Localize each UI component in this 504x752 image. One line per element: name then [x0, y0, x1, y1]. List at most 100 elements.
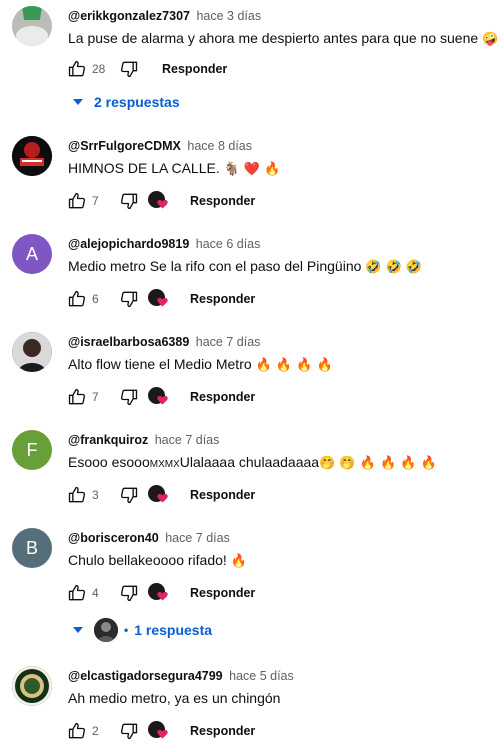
reply-button[interactable]: Responder: [190, 292, 255, 306]
comment-actions: 6 Responder: [66, 287, 255, 311]
comment-text: Esooo esoooMXMXUlalaaaa chulaadaaaa🤭 🤭 🔥…: [68, 452, 437, 475]
comment-actions: 3 Responder: [66, 483, 255, 507]
emoji: 🤣 🤣 🤣: [365, 260, 423, 275]
dislike-icon[interactable]: [118, 288, 140, 310]
like-count: 4: [92, 586, 99, 600]
comment-author[interactable]: @erikkgonzalez7307: [68, 9, 190, 23]
reply-button[interactable]: Responder: [190, 390, 255, 404]
emoji: 🐐 ❤️ 🔥: [223, 162, 281, 177]
avatar[interactable]: [12, 6, 52, 46]
avatar[interactable]: [12, 666, 52, 706]
creator-heart-icon: [148, 387, 168, 407]
avatar[interactable]: B: [12, 528, 52, 568]
comment-text: Medio metro Se la rifo con el paso del P…: [68, 256, 422, 278]
like-count: 28: [92, 62, 106, 76]
comment-text-content: La puse de alarma y ahora me despierto a…: [68, 30, 479, 46]
dislike-icon[interactable]: [118, 386, 140, 408]
emoji: 🔥: [230, 554, 247, 569]
comment-text-content: Ah medio metro, ya es un chingón: [68, 690, 281, 706]
comment-time[interactable]: hace 7 días: [155, 433, 220, 447]
reply-button[interactable]: Responder: [190, 586, 255, 600]
comment-author[interactable]: @SrrFulgoreCDMX: [68, 139, 181, 153]
dislike-icon[interactable]: [118, 484, 140, 506]
creator-heart-icon: [148, 289, 168, 309]
creator-heart-icon: [148, 191, 168, 211]
comment-header: @SrrFulgoreCDMX hace 8 días: [68, 138, 252, 154]
like-icon[interactable]: [66, 190, 88, 212]
reply-button[interactable]: Responder: [190, 724, 255, 738]
comment-actions: 4 Responder: [66, 581, 255, 605]
dislike-icon[interactable]: [118, 720, 140, 742]
avatar-letter: B: [25, 537, 38, 558]
comment-text-content: Medio metro Se la rifo con el paso del P…: [68, 258, 362, 274]
comment-text: Alto flow tiene el Medio Metro 🔥 🔥 🔥 🔥: [68, 354, 333, 376]
like-icon[interactable]: [66, 582, 88, 604]
reply-button[interactable]: Responder: [190, 194, 255, 208]
like-icon[interactable]: [66, 288, 88, 310]
avatar[interactable]: F: [12, 430, 52, 470]
like-icon[interactable]: [66, 720, 88, 742]
comment-header: @erikkgonzalez7307 hace 3 días: [68, 8, 261, 24]
creator-avatar: [94, 618, 118, 642]
comment-text-content: HIMNOS DE LA CALLE.: [68, 160, 220, 176]
dislike-icon[interactable]: [118, 582, 140, 604]
comment-text-content: Chulo bellakeoooo rifado!: [68, 552, 227, 568]
like-count: 6: [92, 292, 99, 306]
caret-down-icon: [73, 99, 83, 105]
comment-author[interactable]: @frankquiroz: [68, 433, 148, 447]
emoji: 🤪: [482, 32, 499, 47]
reply-button[interactable]: Responder: [162, 62, 227, 76]
dislike-icon[interactable]: [118, 190, 140, 212]
comment-text: Chulo bellakeoooo rifado! 🔥: [68, 550, 247, 572]
like-count: 7: [92, 194, 99, 208]
comment-header: @elcastigadorsegura4799 hace 5 días: [68, 668, 294, 684]
emoji: 🤭 🤭 🔥 🔥 🔥 🔥: [319, 456, 437, 471]
comment-time[interactable]: hace 7 días: [165, 531, 230, 545]
like-icon[interactable]: [66, 484, 88, 506]
like-count: 7: [92, 390, 99, 404]
comment-actions: 7 Responder: [66, 189, 255, 213]
replies-label: 1 respuesta: [134, 622, 213, 638]
avatar-letter: A: [25, 243, 38, 264]
caret-down-icon: [73, 627, 83, 633]
comment-author[interactable]: @alejopichardo9819: [68, 237, 189, 251]
comment-actions: 28 Responder: [66, 57, 227, 81]
replies-label: 2 respuestas: [94, 94, 180, 110]
comment-header: @israelbarbosa6389 hace 7 días: [68, 334, 260, 350]
like-icon[interactable]: [66, 386, 88, 408]
comment-time[interactable]: hace 3 días: [196, 9, 261, 23]
like-icon[interactable]: [66, 58, 88, 80]
comment-text-part: Ulalaaaa chulaadaaaa: [179, 454, 320, 470]
creator-heart-icon: [148, 721, 168, 741]
separator-dot: •: [124, 623, 129, 637]
avatar[interactable]: [12, 332, 52, 372]
comment-author[interactable]: @israelbarbosa6389: [68, 335, 189, 349]
comment-actions: 7 Responder: [66, 385, 255, 409]
reply-button[interactable]: Responder: [190, 488, 255, 502]
avatar[interactable]: [12, 136, 52, 176]
comment-text-part: MXMX: [149, 459, 180, 470]
comment-text: La puse de alarma y ahora me despierto a…: [68, 28, 498, 50]
comment-text: HIMNOS DE LA CALLE. 🐐 ❤️ 🔥: [68, 158, 280, 180]
comment-author[interactable]: @elcastigadorsegura4799: [68, 669, 223, 683]
creator-heart-icon: [148, 583, 168, 603]
comment-text-content: Alto flow tiene el Medio Metro: [68, 356, 252, 372]
like-count: 3: [92, 488, 99, 502]
dislike-icon[interactable]: [118, 58, 140, 80]
comment-author[interactable]: @borisceron40: [68, 531, 159, 545]
view-replies-button[interactable]: • 1 respuesta: [72, 618, 212, 642]
comment-text: Ah medio metro, ya es un chingón: [68, 688, 280, 708]
creator-heart-icon: [148, 485, 168, 505]
comment-time[interactable]: hace 5 días: [229, 669, 294, 683]
comment-header: @borisceron40 hace 7 días: [68, 530, 230, 546]
view-replies-button[interactable]: 2 respuestas: [72, 90, 180, 114]
emoji: 🔥 🔥 🔥 🔥: [255, 358, 333, 373]
avatar[interactable]: A: [12, 234, 52, 274]
like-count: 2: [92, 724, 99, 738]
comment-time[interactable]: hace 8 días: [187, 139, 252, 153]
comment-time[interactable]: hace 7 días: [196, 335, 261, 349]
comment-actions: 2 Responder: [66, 719, 255, 743]
comment-time[interactable]: hace 6 días: [196, 237, 261, 251]
comment-header: @alejopichardo9819 hace 6 días: [68, 236, 260, 252]
avatar-letter: F: [26, 439, 38, 460]
